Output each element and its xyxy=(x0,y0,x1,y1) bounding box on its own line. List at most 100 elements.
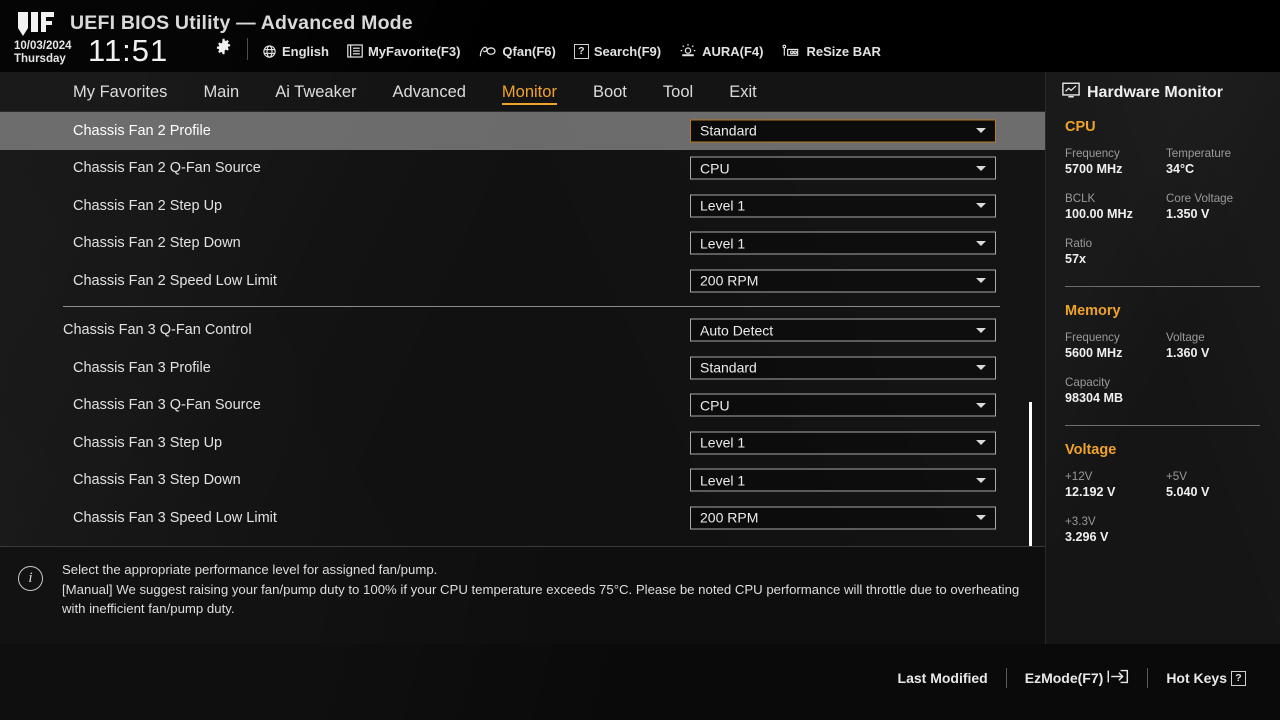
hw-metric: +3.3V 3.296 V xyxy=(1065,514,1166,546)
tool-language[interactable]: English xyxy=(262,44,329,59)
tool-label: English xyxy=(282,43,329,59)
setting-row[interactable]: Chassis Fan 3 Speed Low Limit 200 RPM xyxy=(0,499,1045,537)
setting-value-wrap: CPU xyxy=(690,156,996,180)
page-title: UEFI BIOS Utility — Advanced Mode xyxy=(70,12,413,34)
setting-row[interactable]: Chassis Fan 2 Step Down Level 1 xyxy=(0,225,1045,263)
setting-label: Chassis Fan 3 Q-Fan Source xyxy=(73,397,261,414)
weekday-value: Thursday xyxy=(14,52,66,65)
tab-exit[interactable]: Exit xyxy=(711,72,775,111)
hw-section-title: Memory xyxy=(1065,303,1121,319)
setting-row[interactable]: Chassis Fan 3 Step Up Level 1 xyxy=(0,424,1045,462)
setting-value-wrap: Standard xyxy=(690,119,996,143)
footer-bar: Last Modified EzMode(F7) Hot Keys ? xyxy=(0,644,1280,720)
setting-value: Standard xyxy=(700,359,757,376)
hw-metric-value: 57x xyxy=(1065,252,1087,266)
tab-monitor[interactable]: Monitor xyxy=(484,72,575,111)
hw-metric-value: 1.360 V xyxy=(1166,346,1210,360)
hw-metric-value: 5700 MHz xyxy=(1065,162,1123,176)
hardware-monitor-title: Hardware Monitor xyxy=(1087,83,1224,101)
hw-metric-value: 98304 MB xyxy=(1065,391,1124,405)
ezmode-label: EzMode(F7) xyxy=(1024,670,1104,686)
tool-aura[interactable]: AURA(F4) xyxy=(679,43,763,59)
hw-metric: Frequency 5700 MHz xyxy=(1065,146,1166,178)
setting-dropdown[interactable]: Standard xyxy=(690,119,996,143)
tab-ai-tweaker[interactable]: Ai Tweaker xyxy=(257,72,374,111)
hotkeys-button[interactable]: Hot Keys ? xyxy=(1148,670,1264,686)
help-line-2: [Manual] We suggest raising your fan/pum… xyxy=(62,581,1020,617)
tab-advanced[interactable]: Advanced xyxy=(375,72,484,111)
setting-label: Chassis Fan 3 Step Down xyxy=(73,472,241,489)
setting-label: Chassis Fan 2 Speed Low Limit xyxy=(73,272,277,289)
setting-dropdown[interactable]: Level 1 xyxy=(690,431,996,455)
gear-icon[interactable] xyxy=(215,38,232,55)
hw-metric-value: 100.00 MHz xyxy=(1065,207,1133,221)
tool-label: AURA(F4) xyxy=(702,43,764,59)
hw-metric-key: +5V xyxy=(1166,470,1187,483)
setting-row[interactable]: Chassis Fan 3 Step Down Level 1 xyxy=(0,462,1045,500)
setting-label: Chassis Fan 2 Step Up xyxy=(73,197,223,214)
setting-row[interactable]: Chassis Fan 3 Profile Standard xyxy=(0,349,1045,387)
setting-value-wrap: Level 1 xyxy=(690,194,996,218)
hw-metric-key: +3.3V xyxy=(1065,515,1096,528)
chevron-down-icon xyxy=(976,365,986,371)
exit-arrow-icon xyxy=(1107,669,1129,687)
chevron-down-icon xyxy=(976,278,986,284)
setting-dropdown[interactable]: Level 1 xyxy=(690,194,996,218)
setting-row[interactable]: Chassis Fan 2 Step Up Level 1 xyxy=(0,187,1045,225)
setting-dropdown[interactable]: 200 RPM xyxy=(690,269,996,293)
list-icon xyxy=(347,44,363,58)
bios-screen: UEFI BIOS Utility — Advanced Mode 10/03/… xyxy=(0,0,1280,720)
setting-value: 200 RPM xyxy=(700,509,759,526)
vertical-scrollbar[interactable] xyxy=(1029,402,1032,546)
tab-tool[interactable]: Tool xyxy=(645,72,711,111)
setting-row[interactable]: Chassis Fan 3 Q-Fan Source CPU xyxy=(0,387,1045,425)
hw-metric: Ratio 57x xyxy=(1065,236,1166,268)
hw-section-grid: +12V 12.192 V +5V 5.040 V +3.3V 3.296 V xyxy=(1065,469,1280,559)
last-modified-button[interactable]: Last Modified xyxy=(880,670,1006,686)
setting-value-wrap: 200 RPM xyxy=(690,269,996,293)
header-divider xyxy=(247,38,248,60)
setting-row[interactable]: Chassis Fan 3 Q-Fan Control Auto Detect xyxy=(0,312,1045,350)
setting-value: Standard xyxy=(700,122,757,139)
hw-metric-key: Temperature xyxy=(1166,147,1232,160)
hw-metric-key: Frequency xyxy=(1065,331,1120,344)
last-modified-label: Last Modified xyxy=(897,670,988,686)
setting-dropdown[interactable]: 200 RPM xyxy=(690,506,996,530)
fan-icon xyxy=(478,44,497,59)
tool-label: ReSize BAR xyxy=(806,43,881,59)
tool-resize-bar[interactable]: ReSize BAR xyxy=(781,43,881,59)
setting-dropdown[interactable]: Level 1 xyxy=(690,468,996,492)
setting-row[interactable]: Chassis Fan 2 Q-Fan Source CPU xyxy=(0,150,1045,188)
setting-dropdown[interactable]: CPU xyxy=(690,156,996,180)
tab-my-favorites[interactable]: My Favorites xyxy=(55,72,185,111)
hw-metric-value: 5600 MHz xyxy=(1065,346,1123,360)
setting-value: Level 1 xyxy=(700,235,746,252)
hw-metric: Voltage 1.360 V xyxy=(1166,330,1267,362)
tool-qfan[interactable]: Qfan(F6) xyxy=(478,43,556,59)
setting-value-wrap: 200 RPM xyxy=(690,506,996,530)
setting-value: Level 1 xyxy=(700,434,746,451)
chevron-down-icon xyxy=(976,440,986,446)
header-tools: English MyFavorite(F3) Qfan(F6) ? Search… xyxy=(262,43,881,59)
setting-value-wrap: Auto Detect xyxy=(690,318,996,342)
setting-label: Chassis Fan 3 Step Up xyxy=(73,434,223,451)
setting-label: Chassis Fan 3 Speed Low Limit xyxy=(73,509,277,526)
setting-dropdown[interactable]: CPU xyxy=(690,393,996,417)
setting-dropdown[interactable]: Standard xyxy=(690,356,996,380)
setting-row[interactable]: Chassis Fan 2 Profile Standard xyxy=(0,112,1045,150)
tool-myfavorite[interactable]: MyFavorite(F3) xyxy=(347,44,460,59)
hw-metric-value: 5.040 V xyxy=(1166,485,1210,499)
setting-dropdown[interactable]: Auto Detect xyxy=(690,318,996,342)
setting-label: Chassis Fan 3 Q-Fan Control xyxy=(63,322,252,339)
hw-section-grid: Frequency 5700 MHz Temperature 34°C BCLK 100.… xyxy=(1065,146,1280,281)
tab-main[interactable]: Main xyxy=(185,72,257,111)
setting-value: Level 1 xyxy=(700,472,746,489)
hw-metric: Capacity 98304 MB xyxy=(1065,375,1166,407)
setting-dropdown[interactable]: Level 1 xyxy=(690,231,996,255)
ezmode-button[interactable]: EzMode(F7) xyxy=(1007,669,1148,687)
tool-label: Qfan(F6) xyxy=(502,43,556,59)
tab-boot[interactable]: Boot xyxy=(575,72,645,111)
hw-section-divider xyxy=(1065,425,1260,426)
setting-row[interactable]: Chassis Fan 2 Speed Low Limit 200 RPM xyxy=(0,262,1045,300)
tool-search[interactable]: ? Search(F9) xyxy=(573,43,661,59)
